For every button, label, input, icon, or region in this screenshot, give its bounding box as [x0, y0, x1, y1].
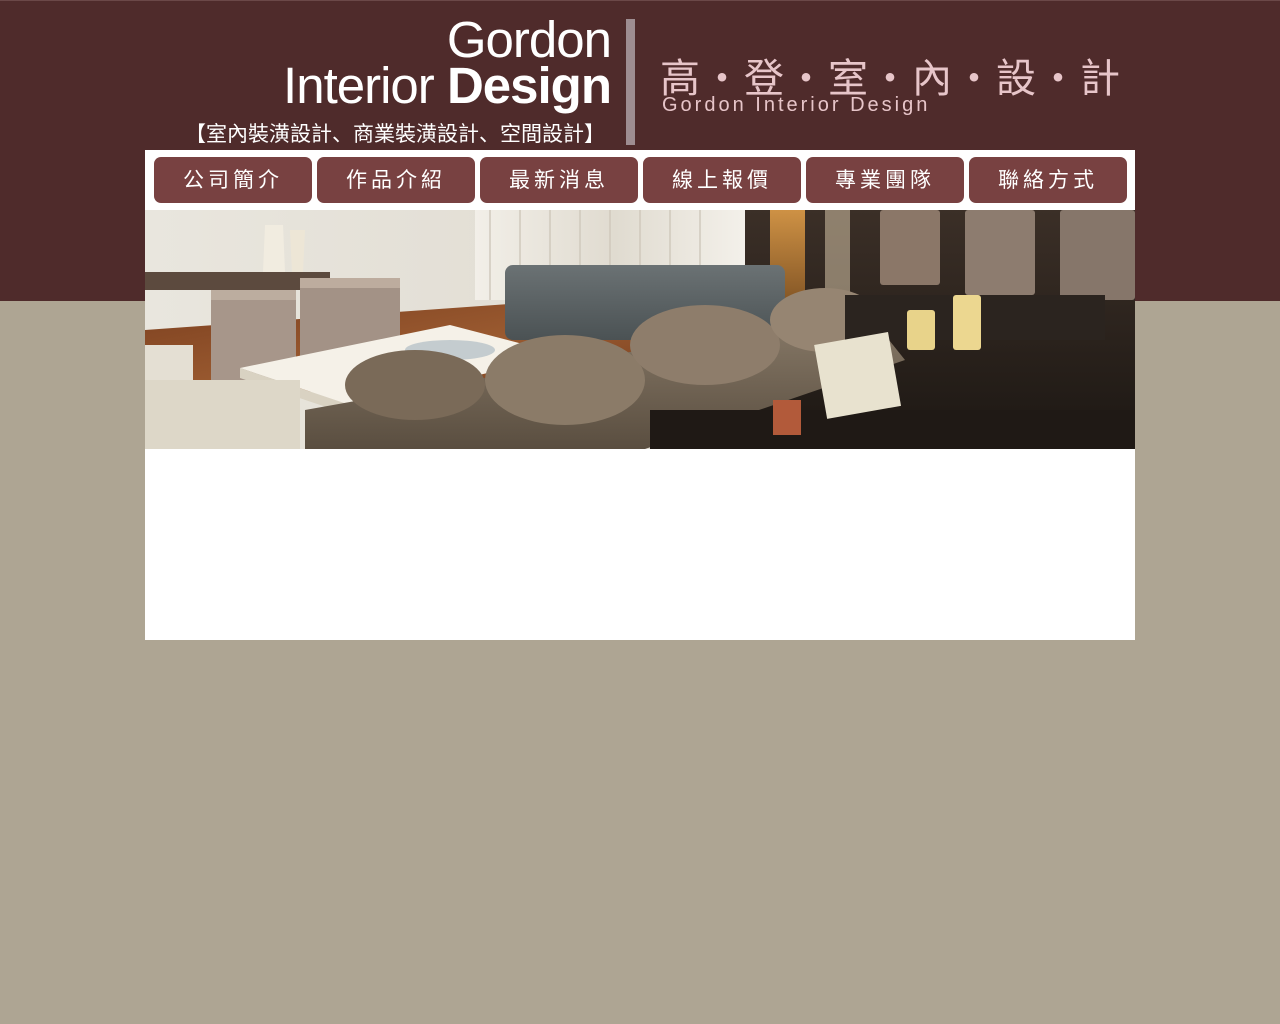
nav-button-about[interactable]: 公司簡介: [154, 157, 312, 203]
logo-tagline: 【室內裝潢設計、商業裝潢設計、空間設計】: [185, 122, 605, 146]
nav-button-team[interactable]: 專業團隊: [806, 157, 964, 203]
content-area: [145, 449, 1135, 640]
logo-divider: [626, 19, 635, 145]
site-header: Gordon Interior Design 【室內裝潢設計、商業裝潢設計、空間…: [145, 0, 1135, 150]
nav-button-portfolio[interactable]: 作品介紹: [317, 157, 475, 203]
nav-button-news[interactable]: 最新消息: [480, 157, 638, 203]
hero-banner-image: [145, 210, 1135, 449]
nav-button-quote[interactable]: 線上報價: [643, 157, 801, 203]
main-nav: 公司簡介 作品介紹 最新消息 線上報價 專業團隊 聯絡方式: [145, 150, 1135, 210]
nav-button-contact[interactable]: 聯絡方式: [969, 157, 1127, 203]
logo-english[interactable]: Gordon Interior Design: [283, 14, 612, 114]
logo-word-design: Design: [446, 57, 612, 114]
living-room-photo: [145, 210, 1135, 449]
logo-chinese-subtitle: Gordon Interior Design: [662, 94, 931, 116]
logo-word-interior-design: Interior Design: [283, 57, 612, 114]
logo-word-interior: Interior: [283, 57, 447, 114]
